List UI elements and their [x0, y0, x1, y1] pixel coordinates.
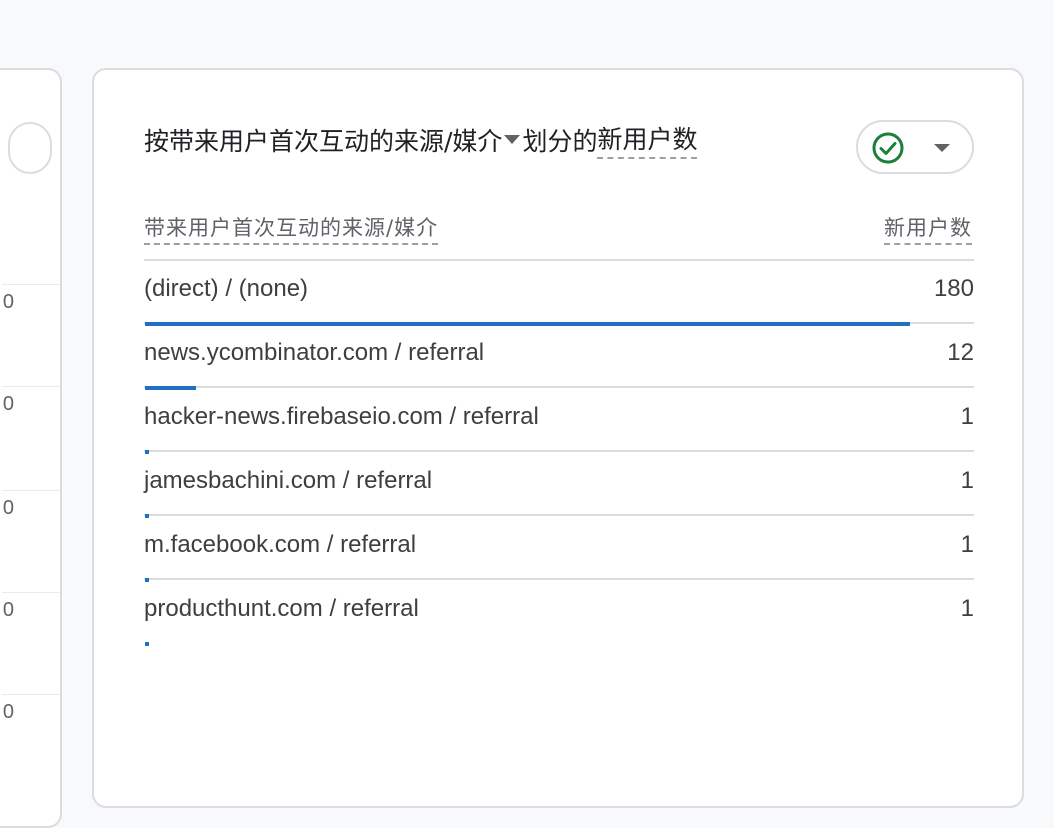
- axis-tick-label: 0: [2, 393, 14, 415]
- card-title: 按带来用户首次互动的来源/媒介 划分的 新用户数: [144, 120, 698, 159]
- table-row[interactable]: producthunt.com / referral 1: [144, 580, 974, 646]
- title-metric[interactable]: 新用户数: [597, 120, 698, 159]
- axis-tick-label: 0: [2, 599, 14, 621]
- table-row[interactable]: news.ycombinator.com / referral 12: [144, 324, 974, 390]
- row-dimension-label: producthunt.com / referral: [144, 595, 419, 622]
- axis-tick-label: 0: [2, 291, 14, 313]
- axis-tick: 0: [2, 490, 60, 520]
- adjacent-card-chip[interactable]: [8, 122, 52, 174]
- row-dimension-label: hacker-news.firebaseio.com / referral: [144, 403, 539, 430]
- row-metric-value: 1: [960, 467, 974, 494]
- comparison-menu-button[interactable]: [856, 120, 974, 174]
- column-header-metric[interactable]: 新用户数: [884, 212, 972, 245]
- row-dimension-label: (direct) / (none): [144, 275, 309, 302]
- chevron-down-icon: [934, 144, 950, 152]
- row-metric-value: 1: [960, 595, 974, 622]
- title-dimension: 按带来用户首次互动的来源/媒介: [144, 126, 503, 156]
- axis-tick: 0: [2, 592, 60, 622]
- row-dimension-label: m.facebook.com / referral: [144, 531, 417, 558]
- new-users-by-source-card: 按带来用户首次互动的来源/媒介 划分的 新用户数 带来用户首次互动的来源/媒介 …: [92, 68, 1024, 808]
- adjacent-card: 0 0 0 0 0: [0, 68, 62, 828]
- row-metric-value: 180: [933, 275, 974, 302]
- axis-tick: 0: [2, 694, 60, 724]
- table-row[interactable]: (direct) / (none) 180: [144, 260, 974, 326]
- axis-tick-label: 0: [2, 497, 14, 519]
- table-row[interactable]: m.facebook.com / referral 1: [144, 516, 974, 582]
- row-metric-value: 12: [947, 339, 974, 366]
- data-table: (direct) / (none) 180 news.ycombinator.com…: [144, 260, 974, 646]
- table-row[interactable]: hacker-news.firebaseio.com / referral 1: [144, 388, 974, 454]
- row-value-bar: [145, 642, 149, 646]
- column-header-dimension[interactable]: 带来用户首次互动的来源/媒介: [144, 212, 439, 245]
- axis-tick: 0: [2, 386, 60, 416]
- table-row[interactable]: jamesbachini.com / referral 1: [144, 452, 974, 518]
- check-circle-icon: [872, 132, 904, 164]
- row-dimension-label: jamesbachini.com / referral: [144, 467, 433, 494]
- row-metric-value: 1: [960, 403, 974, 430]
- row-metric-value: 1: [960, 531, 974, 558]
- title-connector: 划分的: [522, 126, 598, 156]
- axis-tick-label: 0: [2, 701, 14, 723]
- axis-tick: 0: [2, 284, 60, 314]
- row-dimension-label: news.ycombinator.com / referral: [144, 339, 485, 366]
- dimension-dropdown-icon[interactable]: [504, 135, 521, 144]
